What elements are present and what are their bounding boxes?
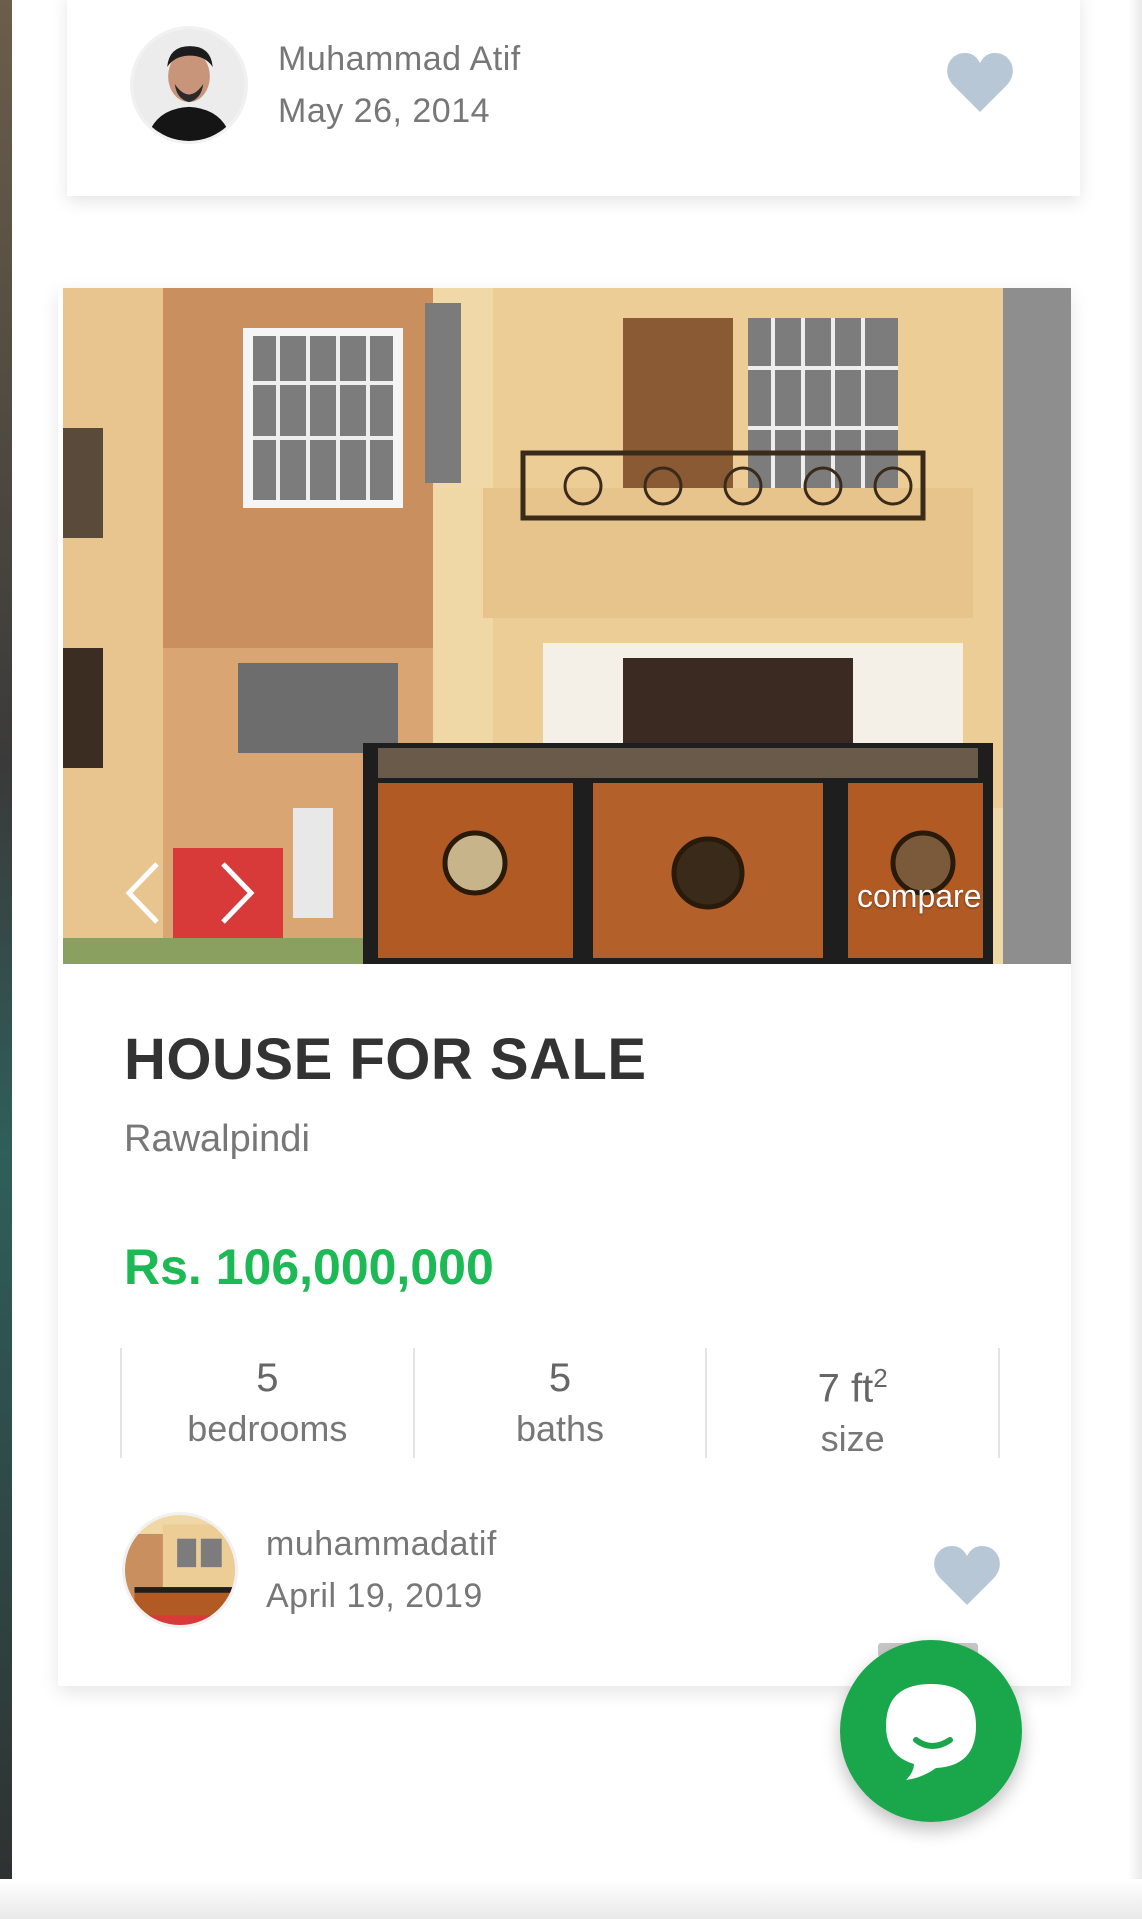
listing-card[interactable]: compare HOUSE FOR SALE Rawalpindi Rs. 10… xyxy=(58,288,1071,1686)
listing-card-previous: Muhammad Atif May 26, 2014 xyxy=(67,0,1080,196)
stat-label: bedrooms xyxy=(187,1408,348,1449)
author-row[interactable]: muhammadatif April 19, 2019 xyxy=(122,1512,497,1628)
listing-title[interactable]: HOUSE FOR SALE xyxy=(124,1026,647,1093)
chevron-right-icon[interactable] xyxy=(211,858,261,928)
stat-value: 5 xyxy=(256,1356,279,1400)
property-photo[interactable]: compare xyxy=(63,288,1071,964)
stat-label: size xyxy=(820,1418,885,1460)
author-avatar-photo xyxy=(125,1515,235,1625)
compare-link[interactable]: compare xyxy=(857,878,982,915)
author-name[interactable]: muhammadatif xyxy=(266,1518,497,1570)
author-avatar[interactable] xyxy=(122,1512,238,1628)
stat-bedrooms: 5 bedrooms xyxy=(120,1348,413,1458)
author-avatar-photo xyxy=(133,29,245,141)
listing-location: Rawalpindi xyxy=(124,1118,310,1160)
stat-size-value: 7 ft xyxy=(817,1366,874,1411)
author-row[interactable]: Muhammad Atif May 26, 2014 xyxy=(130,26,521,144)
author-avatar[interactable] xyxy=(130,26,248,144)
chevron-left-icon[interactable] xyxy=(119,858,169,928)
stat-baths: 5 baths xyxy=(412,1348,706,1458)
listing-price: Rs. 106,000,000 xyxy=(124,1239,494,1295)
author-name[interactable]: Muhammad Atif xyxy=(278,33,521,85)
stat-label: baths xyxy=(515,1408,605,1449)
heart-icon[interactable] xyxy=(932,1543,1002,1607)
listing-stats: 5 bedrooms 5 baths 7 ft2 size xyxy=(120,1348,1001,1459)
stat-value: 7 ft2 xyxy=(707,1352,998,1414)
chat-bubble-icon xyxy=(886,1684,976,1780)
post-date: May 26, 2014 xyxy=(278,92,491,130)
page: Muhammad Atif May 26, 2014 compare HOUSE… xyxy=(0,0,1142,1919)
stat-size-unit-exponent: 2 xyxy=(873,1363,888,1393)
left-edge-strip xyxy=(0,0,12,1919)
stat-value: 5 xyxy=(548,1356,572,1400)
chat-button[interactable] xyxy=(840,1640,1022,1822)
stat-size: 7 ft2 size xyxy=(705,1348,1001,1459)
post-date: April 19, 2019 xyxy=(266,1577,483,1615)
heart-icon[interactable] xyxy=(945,50,1015,114)
bottom-shade xyxy=(0,1879,1142,1919)
right-edge-strip xyxy=(1128,0,1142,1919)
